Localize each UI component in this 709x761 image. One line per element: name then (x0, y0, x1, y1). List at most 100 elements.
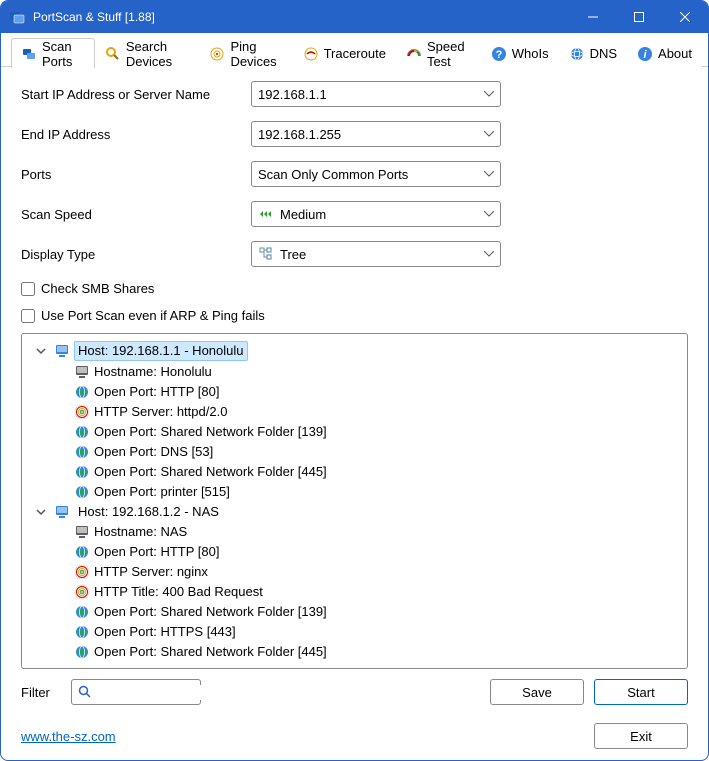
website-link[interactable]: www.the-sz.com (21, 729, 116, 744)
tree-node-label: HTTP Server: httpd/2.0 (94, 403, 227, 421)
tree-child-node[interactable]: HTTP Server: nginx (74, 562, 683, 582)
save-button[interactable]: Save (490, 679, 584, 705)
tab-speed-test[interactable]: Speed Test (396, 38, 481, 68)
tree-child-node[interactable]: HTTP Title: 400 Bad Request (74, 582, 683, 602)
close-button[interactable] (662, 1, 708, 33)
ports-label: Ports (21, 167, 251, 182)
scan-speed-label: Scan Speed (21, 207, 251, 222)
tab-search-devices[interactable]: Search Devices (95, 38, 200, 68)
use-portscan-checkbox[interactable]: Use Port Scan even if ARP & Ping fails (21, 308, 688, 323)
check-smb-input[interactable] (21, 282, 35, 296)
port-icon (74, 384, 90, 400)
check-smb-checkbox[interactable]: Check SMB Shares (21, 281, 688, 296)
titlebar: PortScan & Stuff [1.88] (1, 1, 708, 33)
tree-child-node[interactable]: Open Port: printer [515] (74, 482, 683, 502)
minimize-button[interactable] (570, 1, 616, 33)
tree-node-label: Open Port: HTTP [80] (94, 383, 219, 401)
tab-traceroute[interactable]: Traceroute (293, 38, 396, 68)
exit-button[interactable]: Exit (594, 723, 688, 749)
tree-node-label: Open Port: Shared Network Folder [445] (94, 463, 327, 481)
tree-child-node[interactable]: HTTP Server: httpd/2.0 (74, 402, 683, 422)
tree-host-node[interactable]: Host: 192.168.1.2 - NAS (36, 502, 683, 522)
ping-icon (209, 46, 225, 62)
scan-icon (21, 46, 37, 62)
ports-select[interactable]: Scan Only Common Ports (251, 161, 501, 187)
dns-icon (569, 46, 585, 62)
http-icon (74, 584, 90, 600)
footer: www.the-sz.com Exit (1, 723, 708, 761)
tab-label: DNS (590, 46, 617, 61)
chevron-down-icon (484, 251, 494, 257)
tab-whois[interactable]: ? WhoIs (481, 38, 559, 68)
speed-medium-icon (258, 206, 274, 222)
tree-child-node[interactable]: Open Port: HTTPS [443] (74, 622, 683, 642)
port-icon (74, 624, 90, 640)
host-icon (74, 364, 90, 380)
tree-child-node[interactable]: Open Port: HTTP [80] (74, 542, 683, 562)
tree-node-label: Open Port: Shared Network Folder [139] (94, 603, 327, 621)
about-icon: i (637, 46, 653, 62)
tree-node-label: Host: 192.168.1.2 - NAS (74, 503, 223, 521)
display-type-select[interactable]: Tree (251, 241, 501, 267)
port-icon (74, 424, 90, 440)
tree-node-label: Open Port: printer [515] (94, 483, 230, 501)
app-window: PortScan & Stuff [1.88] Scan PortsSearch… (0, 0, 709, 761)
tree-child-node[interactable]: Open Port: Shared Network Folder [445] (74, 462, 683, 482)
results-tree[interactable]: Host: 192.168.1.1 - Honolulu Hostname: Ho… (21, 333, 688, 669)
chevron-down-icon (484, 171, 494, 177)
use-portscan-input[interactable] (21, 309, 35, 323)
tree-icon (258, 246, 274, 262)
tree-node-label: Open Port: Shared Network Folder [445] (94, 643, 327, 661)
tree-child-node[interactable]: Hostname: Honolulu (74, 362, 683, 382)
tree-node-label: Host: 192.168.1.1 - Honolulu (74, 341, 248, 361)
tree-child-node[interactable]: Open Port: Shared Network Folder [139] (74, 422, 683, 442)
display-type-label: Display Type (21, 247, 251, 262)
computer-icon (54, 343, 70, 359)
search-icon (105, 46, 121, 62)
tab-label: Ping Devices (230, 39, 282, 69)
tree-node-label: HTTP Server: nginx (94, 563, 208, 581)
tab-about[interactable]: i About (627, 38, 702, 68)
filter-input-wrapper[interactable] (71, 679, 201, 705)
tree-host-node[interactable]: Host: 192.168.1.1 - Honolulu (36, 340, 683, 362)
svg-text:?: ? (495, 49, 502, 61)
use-portscan-label: Use Port Scan even if ARP & Ping fails (41, 308, 265, 323)
tab-ping-devices[interactable]: Ping Devices (199, 38, 292, 68)
ports-value: Scan Only Common Ports (258, 167, 408, 182)
maximize-button[interactable] (616, 1, 662, 33)
scan-speed-select[interactable]: Medium (251, 201, 501, 227)
chevron-down-icon (484, 131, 494, 137)
tree-child-node[interactable]: Hostname: NAS (74, 522, 683, 542)
tree-child-node[interactable]: Open Port: Shared Network Folder [139] (74, 602, 683, 622)
start-button[interactable]: Start (594, 679, 688, 705)
tree-node-label: HTTP Title: 400 Bad Request (94, 583, 263, 601)
http-icon (74, 564, 90, 580)
tab-dns[interactable]: DNS (559, 38, 627, 68)
display-type-value: Tree (280, 247, 306, 262)
tab-label: Speed Test (427, 39, 471, 69)
start-ip-value: 192.168.1.1 (258, 87, 327, 102)
collapse-icon[interactable] (36, 507, 50, 517)
tree-node-label: Open Port: DNS [53] (94, 443, 213, 461)
tab-bar: Scan PortsSearch Devices Ping Devices Trac… (1, 33, 708, 67)
port-icon (74, 444, 90, 460)
tree-child-node[interactable]: Open Port: HTTP [80] (74, 382, 683, 402)
chevron-down-icon (484, 211, 494, 217)
filter-input[interactable] (96, 685, 272, 700)
tree-child-node[interactable]: Open Port: Shared Network Folder [445] (74, 642, 683, 662)
end-ip-input[interactable]: 192.168.1.255 (251, 121, 501, 147)
port-icon (74, 484, 90, 500)
filter-label: Filter (21, 685, 61, 700)
collapse-icon[interactable] (36, 346, 50, 356)
start-ip-label: Start IP Address or Server Name (21, 87, 251, 102)
start-ip-input[interactable]: 192.168.1.1 (251, 81, 501, 107)
search-icon (78, 685, 92, 699)
tree-node-label: Open Port: HTTPS [443] (94, 623, 236, 641)
end-ip-value: 192.168.1.255 (258, 127, 341, 142)
tab-scan-ports[interactable]: Scan Ports (11, 38, 95, 68)
tree-node-label: Hostname: Honolulu (94, 363, 212, 381)
tab-label: About (658, 46, 692, 61)
tab-label: WhoIs (512, 46, 549, 61)
tab-label: Traceroute (324, 46, 386, 61)
tree-child-node[interactable]: Open Port: DNS [53] (74, 442, 683, 462)
